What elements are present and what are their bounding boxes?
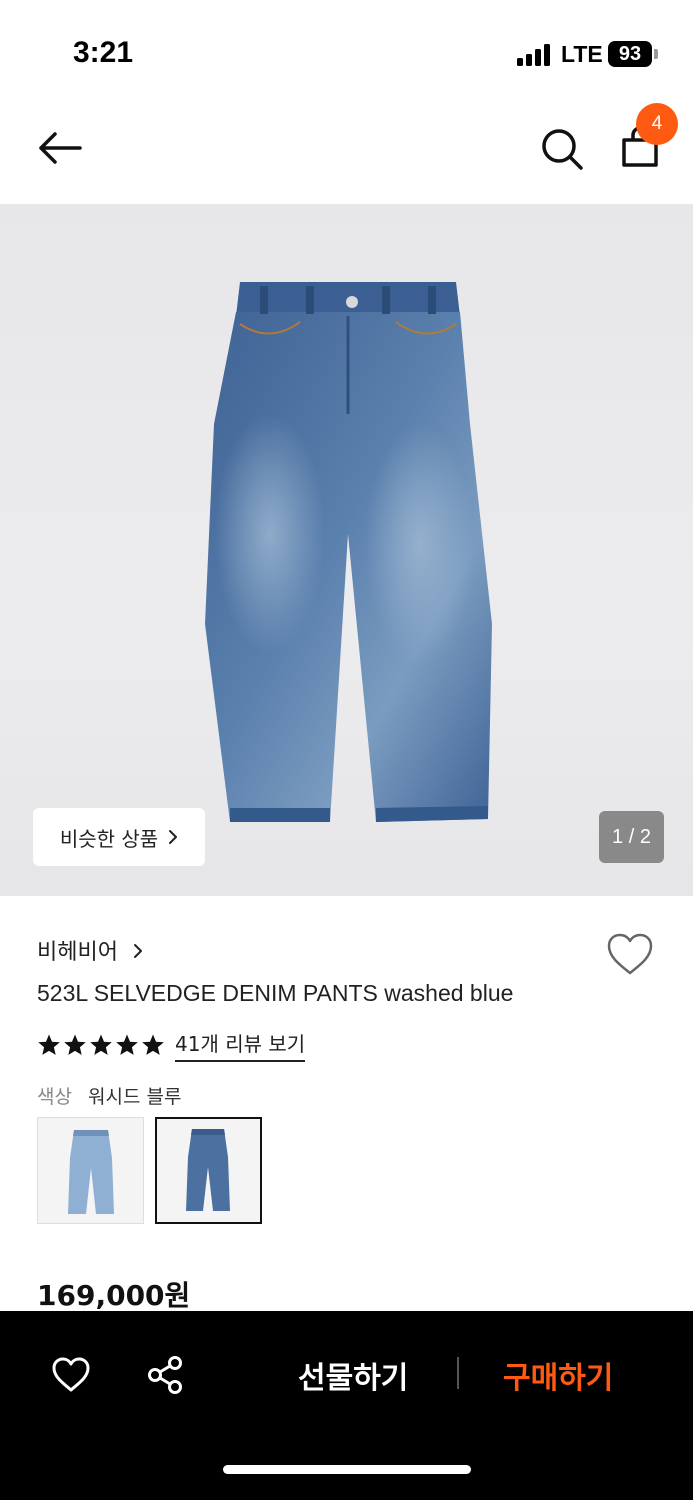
product-name: 523L SELVEDGE DENIM PANTS washed blue — [37, 980, 514, 1006]
chevron-right-icon — [169, 830, 178, 844]
color-swatch-light[interactable] — [37, 1117, 144, 1224]
star-icon — [64, 1034, 86, 1055]
bottom-action-bar: 선물하기 구매하기 — [0, 1311, 693, 1500]
signal-icon — [517, 44, 553, 66]
similar-products-button[interactable]: 비슷한 상품 — [33, 808, 205, 866]
rating-row: 41개 리뷰 보기 — [37, 1028, 306, 1062]
top-navigation — [0, 100, 693, 204]
similar-products-label: 비슷한 상품 — [59, 826, 159, 851]
star-icon — [38, 1034, 60, 1055]
color-label: 색상 — [37, 1086, 72, 1108]
product-image — [205, 282, 492, 822]
buy-button[interactable]: 구매하기 — [503, 1353, 613, 1397]
status-bar: 3:21 LTE 93 — [0, 0, 693, 100]
product-image-gallery[interactable]: 비슷한 상품 1 / 2 — [0, 204, 693, 896]
rating-stars — [37, 1033, 165, 1057]
color-value: 워시드 블루 — [88, 1086, 182, 1108]
swatch-image — [186, 1129, 230, 1211]
status-time: 3:21 — [73, 36, 134, 69]
cart-count-badge: 4 — [636, 103, 678, 145]
battery-icon: 93 — [608, 41, 652, 67]
heart-icon[interactable] — [51, 1357, 91, 1393]
wishlist-heart-icon[interactable] — [606, 933, 654, 977]
divider — [457, 1357, 459, 1389]
home-indicator[interactable] — [223, 1465, 471, 1474]
share-icon[interactable] — [146, 1355, 184, 1395]
brand-name: 비헤비어 — [37, 940, 118, 965]
back-arrow-icon[interactable] — [36, 130, 82, 166]
swatch-image — [68, 1130, 114, 1214]
color-swatch-washed-blue[interactable] — [155, 1117, 262, 1224]
image-page-indicator: 1 / 2 — [599, 811, 664, 863]
star-icon — [116, 1034, 138, 1055]
star-icon — [90, 1034, 112, 1055]
product-price: 169,000원 — [37, 1279, 191, 1312]
color-row: 색상 워시드 블루 — [37, 1082, 181, 1109]
chevron-right-icon — [133, 944, 142, 958]
battery-tip — [654, 49, 658, 59]
brand-link[interactable]: 비헤비어 — [37, 934, 143, 966]
review-link[interactable]: 41개 리뷰 보기 — [175, 1028, 306, 1062]
search-icon[interactable] — [540, 127, 584, 171]
gift-button[interactable]: 선물하기 — [298, 1353, 408, 1397]
network-label: LTE — [561, 41, 603, 67]
star-icon — [142, 1034, 164, 1055]
